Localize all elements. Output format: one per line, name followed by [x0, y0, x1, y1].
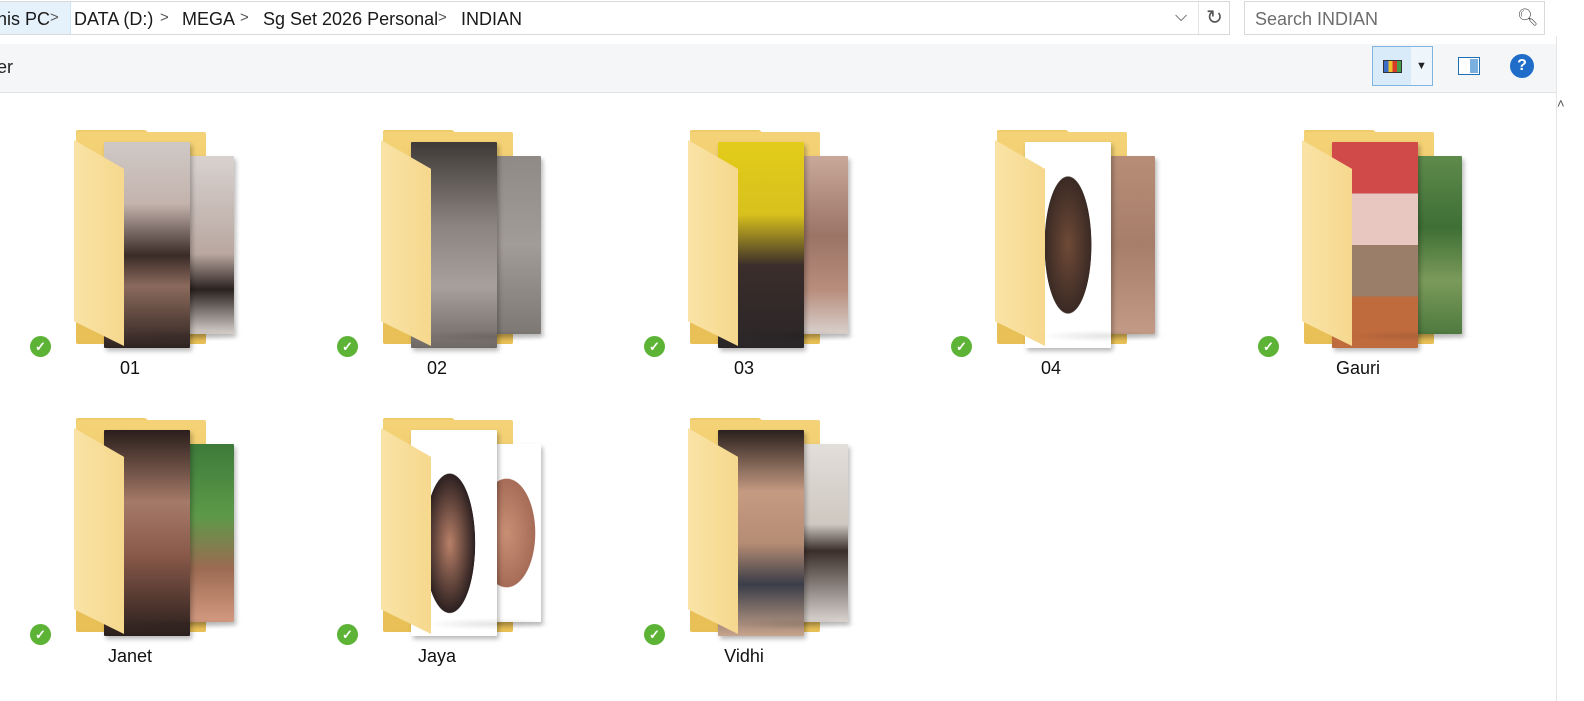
breadcrumb-this-pc[interactable]: his PC	[0, 9, 50, 30]
breadcrumb-data-drive[interactable]: DATA (D:)	[74, 9, 153, 30]
view-options-dropdown[interactable]: ▼	[1411, 46, 1433, 86]
refresh-icon[interactable]: ↻	[1198, 2, 1230, 34]
folder-item[interactable]: ✓ 01	[0, 130, 260, 400]
folder-front-flap	[995, 140, 1045, 346]
large-icons-view-icon	[1383, 60, 1402, 73]
chevron-down-icon[interactable]: ⌵	[1175, 8, 1187, 26]
folder-front-flap	[1302, 140, 1352, 346]
sync-check-icon: ✓	[1258, 336, 1279, 357]
large-icons-view-button[interactable]	[1372, 46, 1412, 86]
folder-item[interactable]: ✓ Jaya	[307, 418, 567, 688]
breadcrumb-separator[interactable]: >	[50, 9, 59, 26]
folder-shadow	[118, 618, 248, 630]
breadcrumb-separator[interactable]: >	[160, 9, 169, 26]
breadcrumb-separator[interactable]: >	[240, 9, 249, 26]
sync-check-icon: ✓	[30, 624, 51, 645]
folder-item[interactable]: ✓ 02	[307, 130, 567, 400]
search-icon[interactable]: 🔍︎	[1517, 8, 1539, 28]
sync-check-icon: ✓	[337, 336, 358, 357]
folder-name[interactable]: 02	[335, 358, 539, 379]
folder-item[interactable]: ✓ Janet	[0, 418, 260, 688]
folder-name[interactable]: Jaya	[335, 646, 539, 667]
folder-shadow	[1346, 330, 1476, 342]
folder-shadow	[732, 330, 862, 342]
folder-front-flap	[74, 140, 124, 346]
breadcrumb-indian[interactable]: INDIAN	[461, 9, 522, 30]
folder-shadow	[732, 618, 862, 630]
folder-item[interactable]: ✓ Vidhi	[614, 418, 874, 688]
folder-name[interactable]: 04	[949, 358, 1153, 379]
sync-check-icon: ✓	[951, 336, 972, 357]
folder-front-flap	[688, 428, 738, 634]
toolbar: er ▼ ?	[0, 44, 1556, 93]
sync-check-icon: ✓	[644, 336, 665, 357]
folder-front-flap	[381, 140, 431, 346]
breadcrumb-sg-set[interactable]: Sg Set 2026 Personal	[263, 9, 438, 30]
folder-name[interactable]: Janet	[28, 646, 232, 667]
sync-check-icon: ✓	[337, 624, 358, 645]
scroll-up-arrow-icon[interactable]: ˄	[1557, 96, 1565, 111]
breadcrumb-separator[interactable]: >	[438, 9, 447, 26]
folder-shadow	[425, 330, 555, 342]
sync-check-icon: ✓	[30, 336, 51, 357]
search-input[interactable]: Search INDIAN 🔍︎	[1244, 1, 1545, 35]
folder-name[interactable]: 01	[28, 358, 232, 379]
address-bar[interactable]: his PC > DATA (D:) > MEGA > Sg Set 2026 …	[0, 1, 1230, 35]
folder-shadow	[425, 618, 555, 630]
folder-shadow	[118, 330, 248, 342]
folder-front-flap	[381, 428, 431, 634]
folder-item[interactable]: ✓ 04	[921, 130, 1181, 400]
breadcrumb-mega[interactable]: MEGA	[182, 9, 235, 30]
vertical-scrollbar[interactable]	[1556, 36, 1584, 701]
folder-shadow	[1039, 330, 1169, 342]
sync-check-icon: ✓	[644, 624, 665, 645]
folder-front-flap	[74, 428, 124, 634]
help-icon[interactable]: ?	[1510, 54, 1534, 78]
folder-front-flap	[688, 140, 738, 346]
folder-name[interactable]: Vidhi	[642, 646, 846, 667]
search-placeholder[interactable]: Search INDIAN	[1255, 9, 1378, 30]
folder-name[interactable]: 03	[642, 358, 846, 379]
folder-item[interactable]: ✓ 03	[614, 130, 874, 400]
toolbar-partial-label: er	[0, 57, 14, 77]
folder-item[interactable]: ✓ Gauri	[1228, 130, 1488, 400]
folder-name[interactable]: Gauri	[1256, 358, 1460, 379]
preview-pane-icon[interactable]	[1458, 57, 1480, 75]
